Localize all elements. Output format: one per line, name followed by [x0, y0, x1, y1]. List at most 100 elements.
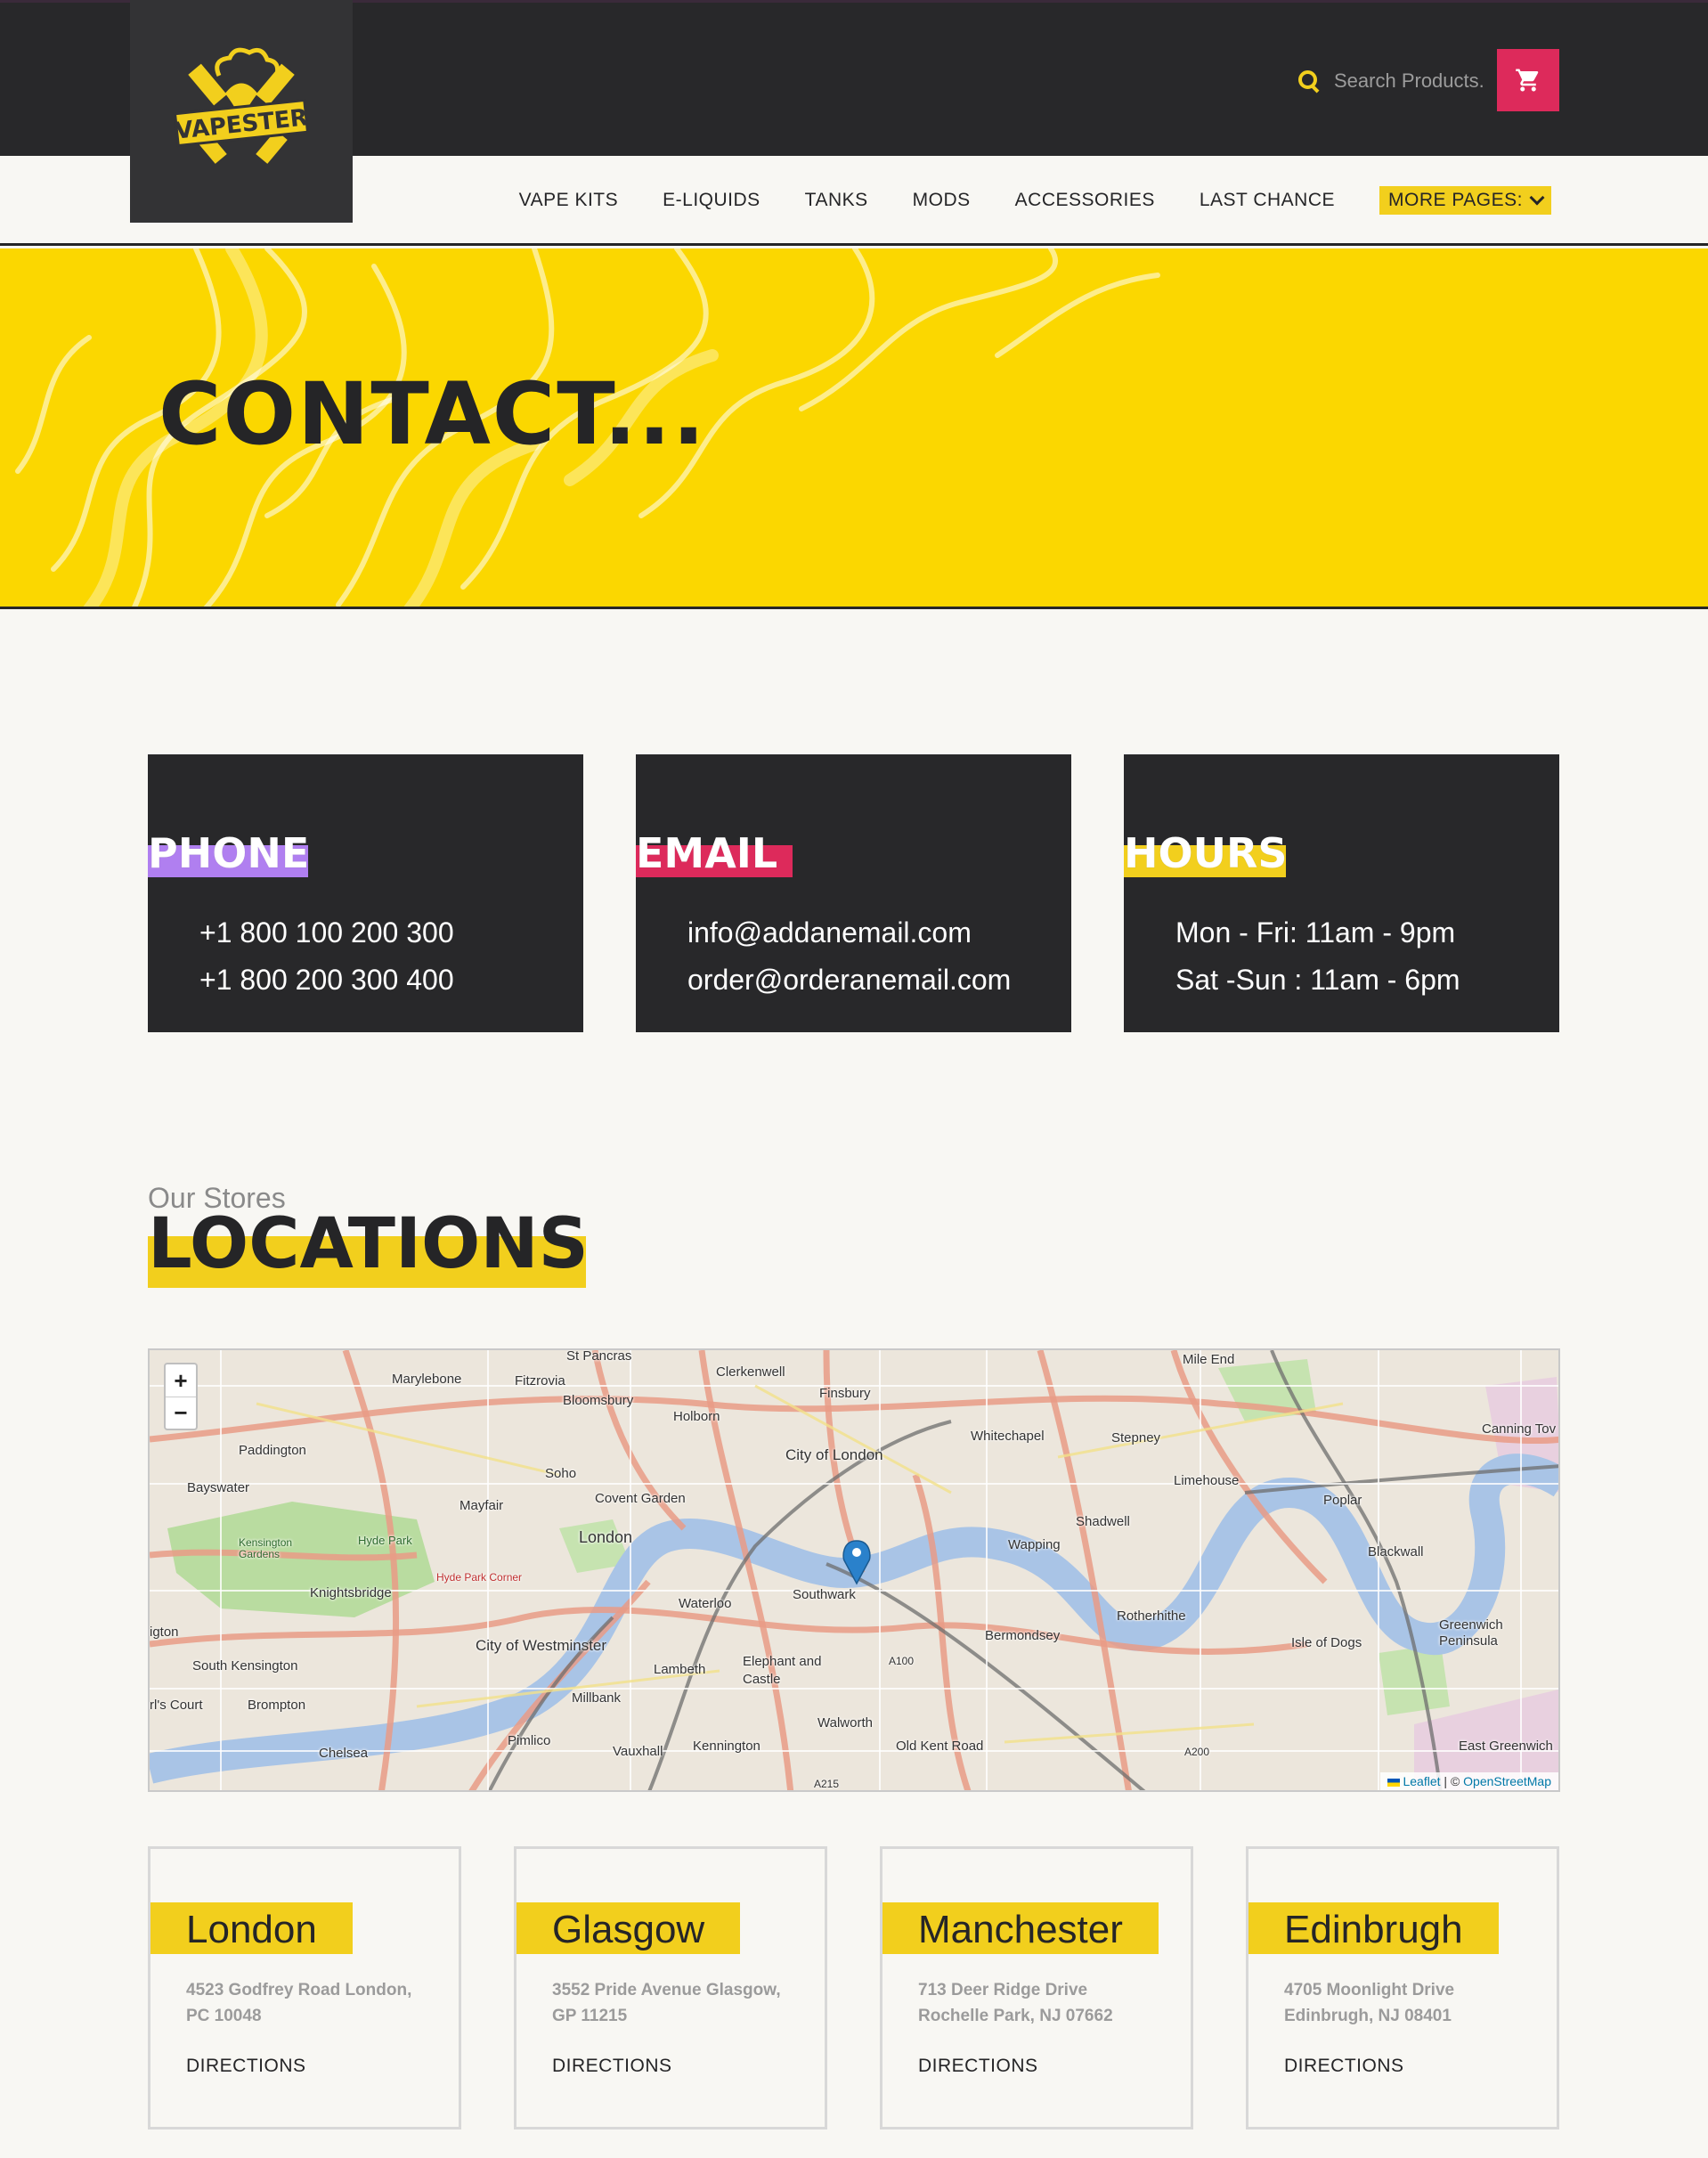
store-name: London — [150, 1902, 353, 1954]
map-label: Bloomsbury — [563, 1393, 634, 1408]
phone-card: PHONE +1 800 100 200 300 +1 800 200 300 … — [147, 754, 583, 1032]
map-label: rl's Court — [150, 1698, 203, 1713]
store-name: Glasgow — [516, 1902, 741, 1954]
map-label: Stepney — [1111, 1430, 1161, 1445]
store-address: 3552 Pride Avenue Glasgow, GP 11215 — [552, 1981, 781, 2025]
map-label: Clerkenwell — [716, 1364, 785, 1380]
cart-button[interactable] — [1497, 49, 1559, 111]
hours-weekend: Sat -Sun : 11am - 6pm — [1175, 964, 1460, 996]
nav-vape-kits[interactable]: VAPE KITS — [519, 186, 618, 215]
map-label: A215 — [814, 1778, 840, 1790]
map-label: A200 — [1184, 1746, 1210, 1758]
map-label: Vauxhall — [613, 1744, 663, 1759]
map-label: Blackwall — [1368, 1544, 1424, 1559]
map-label: Chelsea — [319, 1746, 369, 1761]
map-label: Lambeth — [654, 1662, 706, 1677]
map-label: Finsbury — [819, 1386, 871, 1401]
map-label: Pimlico — [508, 1733, 551, 1748]
search-icon[interactable] — [1297, 69, 1322, 94]
hours-card: HOURS Mon - Fri: 11am - 9pm Sat -Sun : 1… — [1124, 754, 1559, 1032]
store-card-manchester: Manchester 713 Deer Ridge Drive Rochelle … — [880, 1846, 1193, 2129]
store-address: 713 Deer Ridge Drive Rochelle Park, NJ 07… — [918, 1981, 1113, 2025]
store-name: Manchester — [882, 1902, 1159, 1954]
map-label: Wapping — [1008, 1537, 1061, 1552]
map-label: Hyde Park Corner — [436, 1571, 523, 1584]
map-label: Knightsbridge — [310, 1585, 392, 1600]
section-title: LOCATIONS — [148, 1209, 589, 1288]
directions-link[interactable]: DIRECTIONS — [1284, 2056, 1404, 2077]
email-card: EMAIL info@addanemail.com order@orderane… — [635, 754, 1071, 1032]
map-label: Hyde Park — [358, 1534, 412, 1547]
card-tag: EMAIL — [635, 829, 793, 877]
map-label: Walworth — [817, 1715, 873, 1730]
map-label: Old Kent Road — [896, 1739, 984, 1754]
hours-weekday: Mon - Fri: 11am - 9pm — [1175, 916, 1456, 949]
map-label: A100 — [889, 1655, 915, 1667]
map-label: Bayswater — [187, 1480, 250, 1495]
nav-tanks[interactable]: TANKS — [805, 186, 868, 215]
phone-number-1[interactable]: +1 800 100 200 300 — [199, 909, 454, 957]
map-label: East Greenwich — [1459, 1739, 1553, 1754]
store-map[interactable]: + − St Pancras Marylebone Fitzrovia Cler… — [148, 1348, 1560, 1792]
map-label: Soho — [545, 1466, 577, 1481]
nav-mods[interactable]: MODS — [913, 186, 971, 215]
vapester-logo: VAPESTER — [173, 47, 309, 164]
nav-more-pages-dropdown[interactable]: MORE PAGES: — [1379, 186, 1551, 215]
flag-icon — [1387, 1778, 1400, 1787]
map-label: Paddington — [239, 1443, 306, 1458]
leaflet-link[interactable]: Leaflet — [1403, 1774, 1440, 1788]
card-tag: PHONE — [147, 829, 310, 877]
page-title: CONTACT... — [159, 364, 707, 464]
map-label: City of London — [785, 1446, 883, 1463]
map-label: Millbank — [572, 1690, 622, 1706]
directions-link[interactable]: DIRECTIONS — [186, 2056, 306, 2077]
nav-more-label: MORE PAGES: — [1388, 190, 1523, 210]
nav-e-liquids[interactable]: E-LIQUIDS — [663, 186, 760, 215]
map-attribution: Leaflet | © OpenStreetMap — [1379, 1772, 1558, 1790]
map-label: Whitechapel — [971, 1429, 1045, 1444]
cart-icon — [1516, 69, 1539, 92]
map-label: City of Westminster — [476, 1637, 607, 1654]
map-label: Elephant and Castle — [743, 1654, 822, 1687]
email-address-2[interactable]: order@orderanemail.com — [687, 957, 1011, 1004]
store-address: 4523 Godfrey Road London, PC 10048 — [186, 1981, 412, 2025]
hero-banner: CONTACT... — [0, 248, 1708, 609]
card-tag: HOURS — [1124, 829, 1288, 877]
map-label: igton — [150, 1625, 179, 1640]
store-name: Edinbrugh — [1248, 1902, 1499, 1954]
email-address-1[interactable]: info@addanemail.com — [687, 909, 1011, 957]
openstreetmap-link[interactable]: OpenStreetMap — [1463, 1774, 1551, 1788]
map-label: Rotherhithe — [1117, 1608, 1186, 1624]
directions-link[interactable]: DIRECTIONS — [552, 2056, 672, 2077]
map-label: Brompton — [248, 1698, 306, 1713]
nav-last-chance[interactable]: LAST CHANCE — [1200, 186, 1335, 215]
zoom-in-button[interactable]: + — [166, 1364, 196, 1397]
search-bar[interactable] — [1297, 60, 1492, 102]
store-address: 4705 Moonlight Drive Edinbrugh, NJ 08401 — [1284, 1981, 1455, 2025]
map-label: Isle of Dogs — [1291, 1635, 1362, 1650]
map-label: Covent Garden — [595, 1491, 686, 1506]
store-card-edinbrugh: Edinbrugh 4705 Moonlight Drive Edinbrugh,… — [1246, 1846, 1559, 2129]
map-label: Waterloo — [679, 1596, 732, 1611]
map-label: Kennington — [693, 1739, 760, 1754]
nav-accessories[interactable]: ACCESSORIES — [1015, 186, 1155, 215]
search-input[interactable] — [1334, 69, 1485, 93]
map-label: Bermondsey — [985, 1628, 1061, 1643]
map-label: London — [579, 1528, 633, 1546]
map-label: Mile End — [1183, 1352, 1235, 1367]
phone-number-2[interactable]: +1 800 200 300 400 — [199, 957, 454, 1004]
map-label: Poplar — [1323, 1493, 1362, 1508]
store-card-london: London 4523 Godfrey Road London, PC 10048… — [148, 1846, 461, 2129]
directions-link[interactable]: DIRECTIONS — [918, 2056, 1038, 2077]
map-label: Greenwich Peninsula — [1439, 1617, 1503, 1649]
map-label: South Kensington — [192, 1658, 298, 1673]
map-label: Marylebone — [392, 1372, 462, 1387]
map-label: Limehouse — [1174, 1473, 1240, 1488]
chevron-down-icon — [1529, 190, 1545, 206]
logo[interactable]: VAPESTER — [130, 0, 353, 223]
map-label: Southwark — [793, 1587, 856, 1602]
map-label: St Pancras — [566, 1348, 632, 1364]
map-label: Kensington Gardens — [239, 1536, 293, 1560]
zoom-out-button[interactable]: − — [166, 1397, 196, 1429]
map-label: Fitzrovia — [515, 1373, 565, 1388]
